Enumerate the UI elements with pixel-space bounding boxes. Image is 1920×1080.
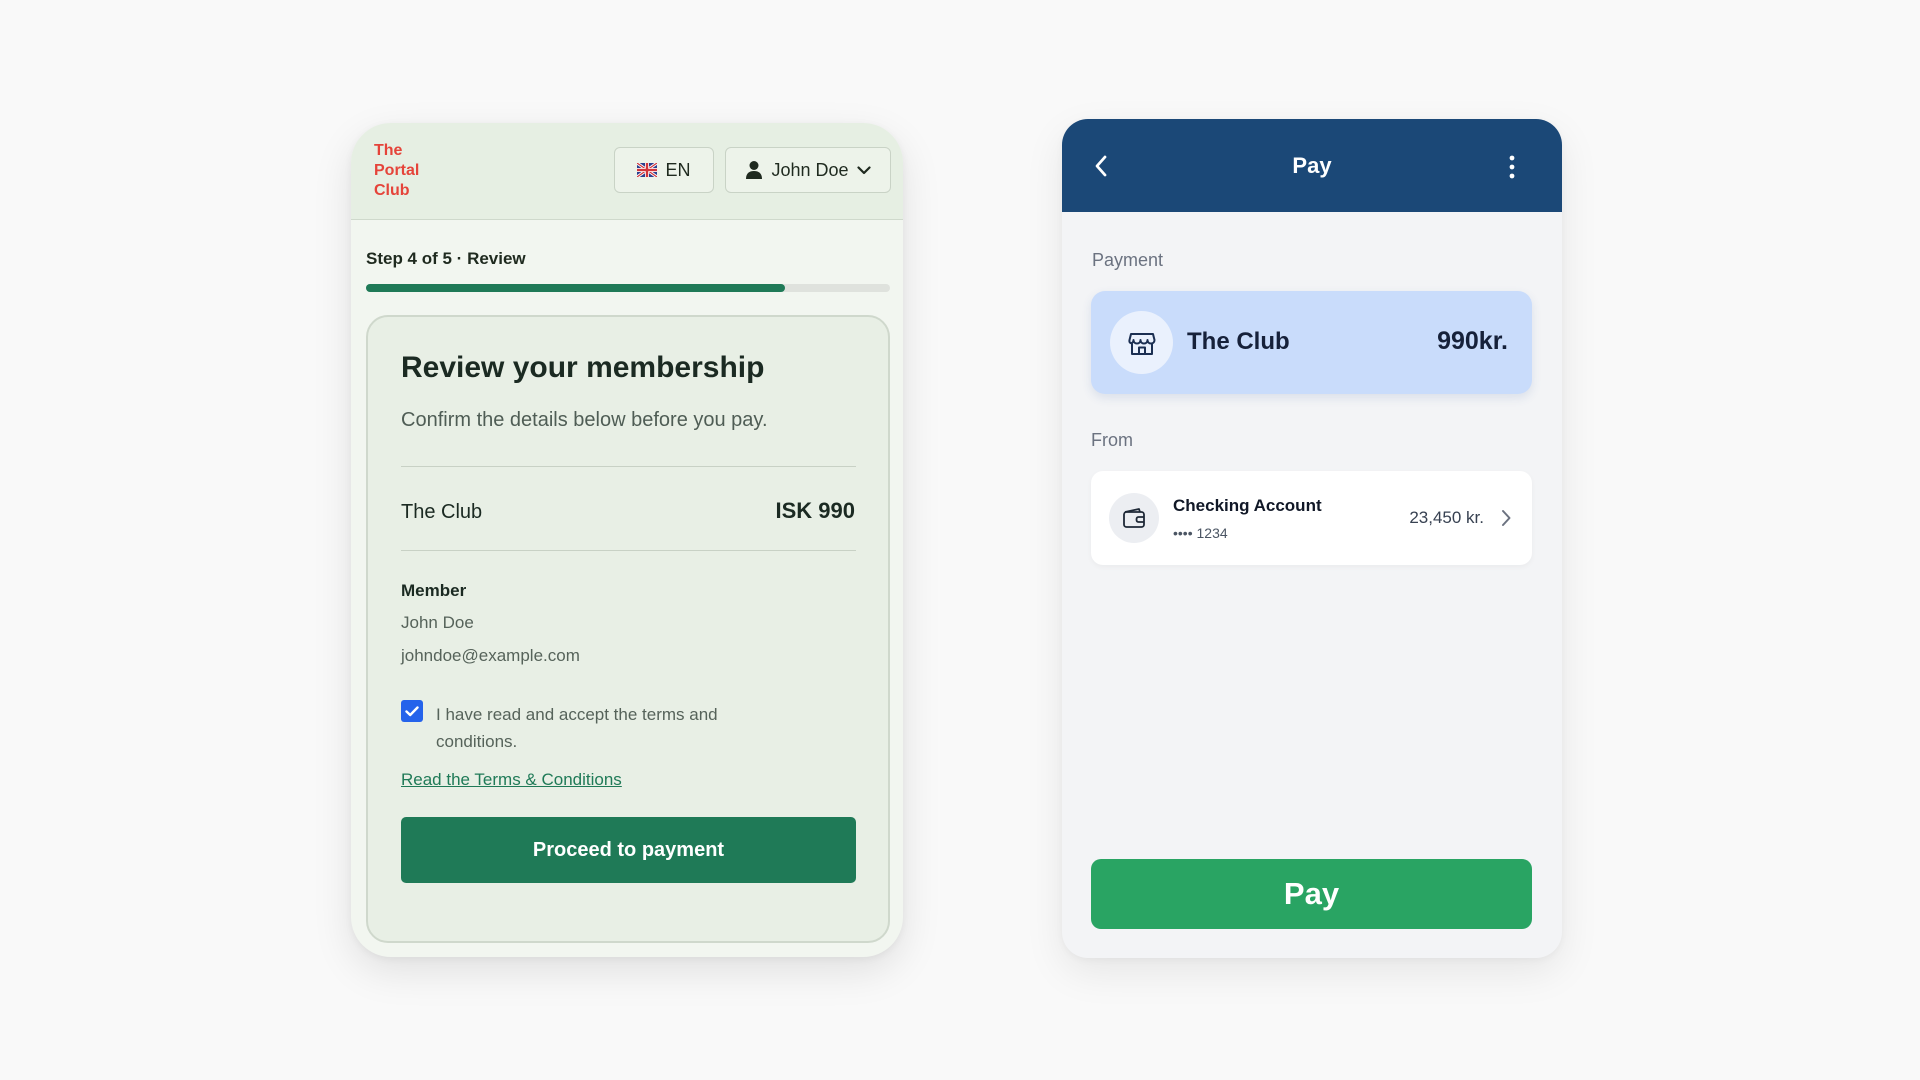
terms-link[interactable]: Read the Terms & Conditions — [401, 770, 622, 790]
review-card: Review your membership Confirm the detai… — [366, 315, 890, 943]
wallet-icon — [1123, 508, 1145, 528]
item-price: ISK 990 — [775, 498, 856, 523]
proceed-to-payment-button[interactable]: Proceed to payment — [401, 817, 856, 883]
merchant-avatar — [1110, 311, 1173, 374]
member-name: John Doe — [401, 613, 474, 632]
account-balance: 23,450 kr. — [1409, 508, 1484, 527]
account-avatar — [1109, 493, 1159, 543]
language-label: EN — [665, 159, 691, 180]
chevron-down-icon — [856, 165, 871, 174]
payment-section-label: Payment — [1092, 250, 1164, 270]
progress-fill — [366, 284, 786, 292]
pay-button[interactable]: Pay — [1091, 859, 1532, 929]
brand-logo[interactable]: The Portal Club — [374, 141, 419, 201]
brand-line-1: The — [374, 142, 403, 159]
item-name: The Club — [401, 501, 483, 523]
checkmark-icon — [405, 705, 419, 716]
page-subtitle: Confirm the details below before you pay… — [401, 409, 768, 431]
account-number: •••• 1234 — [1173, 525, 1228, 541]
chevron-right-icon — [1502, 510, 1511, 526]
user-name: John Doe — [771, 159, 849, 180]
app-header: The Portal Club EN John Doe — [351, 123, 903, 220]
app-header: Pay — [1062, 119, 1562, 212]
user-menu-button[interactable]: John Doe — [725, 147, 891, 193]
person-icon — [746, 161, 763, 179]
member-heading: Member — [401, 581, 467, 600]
vertical-dots-icon[interactable] — [1506, 155, 1518, 179]
merchant-card: The Club 990kr. — [1091, 291, 1532, 394]
store-icon — [1127, 332, 1155, 355]
terms-label[interactable]: I have read and accept the terms and con… — [436, 701, 796, 755]
progress-bar — [366, 284, 890, 292]
divider — [401, 550, 856, 551]
payment-amount: 990kr. — [1437, 327, 1508, 355]
uk-flag-icon — [637, 163, 658, 177]
merchant-name: The Club — [1187, 328, 1290, 355]
divider — [401, 466, 856, 467]
account-selector[interactable]: Checking Account •••• 1234 23,450 kr. — [1091, 471, 1532, 565]
terms-checkbox[interactable] — [401, 700, 423, 722]
from-section-label: From — [1091, 430, 1133, 450]
step-indicator: Step 4 of 5 · Review — [366, 249, 526, 268]
account-name: Checking Account — [1173, 496, 1322, 515]
payment-app: Pay Payment The Club 990kr. From Checkin… — [1062, 119, 1562, 958]
page-title: Review your membership — [401, 351, 765, 384]
membership-app: The Portal Club EN John Doe Step 4 of 5 … — [351, 123, 903, 957]
language-button[interactable]: EN — [614, 147, 714, 193]
brand-line-2: Portal — [374, 162, 420, 179]
member-email: johndoe@example.com — [401, 646, 580, 665]
brand-line-3: Club — [374, 182, 410, 199]
page-title: Pay — [1292, 153, 1332, 178]
